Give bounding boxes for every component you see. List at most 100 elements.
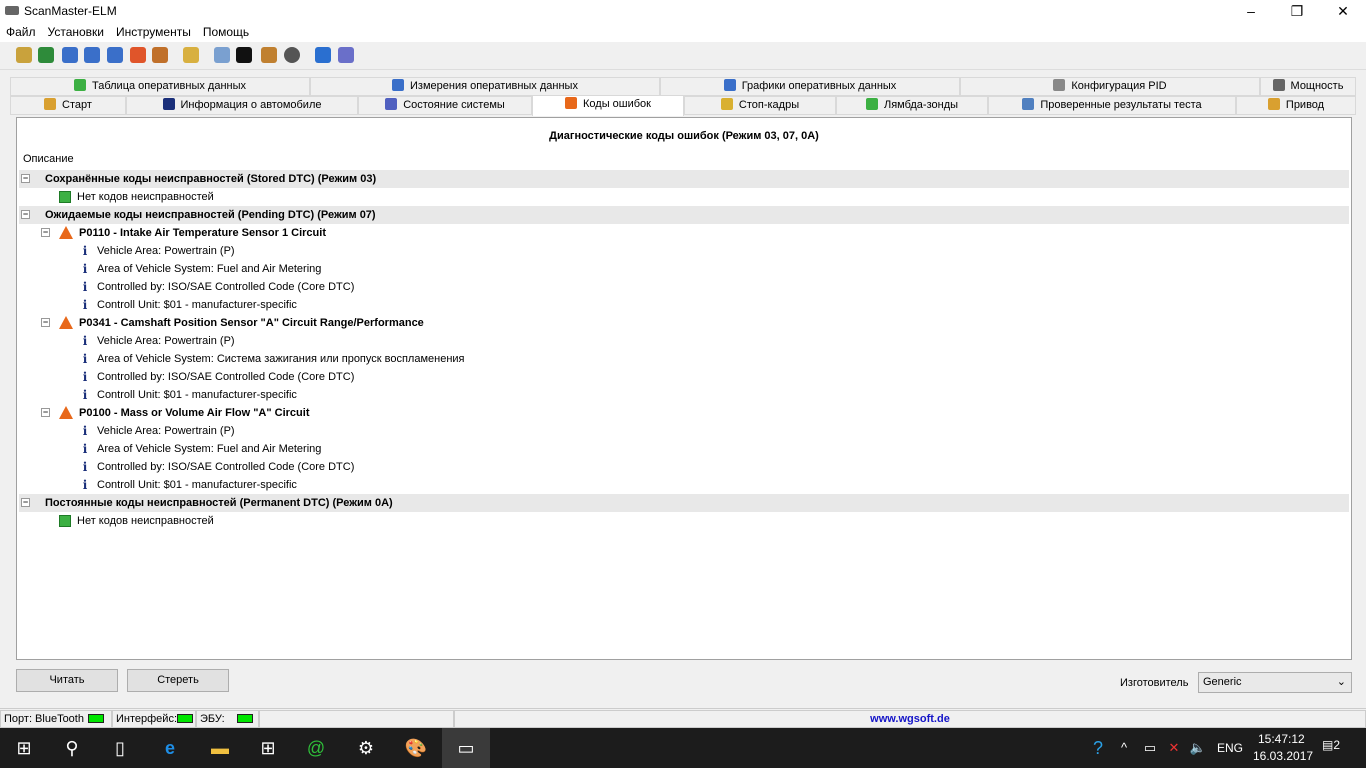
search-icon[interactable]: ⚲: [48, 728, 96, 768]
read-button[interactable]: Читать: [16, 669, 118, 692]
dtc-detail[interactable]: i Controll Unit: $01 - manufacturer-speci…: [19, 386, 1349, 404]
tab-tabs_row2-3[interactable]: Коды ошибок: [532, 95, 684, 116]
info-icon[interactable]: [315, 47, 331, 63]
dtc-panel: Диагностические коды ошибок (Режим 03, 0…: [16, 117, 1352, 660]
tab-icon: [162, 98, 175, 110]
dtc-detail[interactable]: i Area of Vehicle System: Система зажиган…: [19, 350, 1349, 368]
exit-icon[interactable]: [338, 47, 354, 63]
dtc-detail[interactable]: i Controlled by: ISO/SAE Controlled Code …: [19, 368, 1349, 386]
column-header-description[interactable]: Описание: [23, 153, 74, 165]
dtc-item[interactable]: − P0341 - Camshaft Position Sensor "A" Ci…: [19, 314, 1349, 332]
no-codes-item[interactable]: Нет кодов неисправностей: [19, 512, 1349, 530]
dtc-detail[interactable]: i Vehicle Area: Powertrain (P): [19, 242, 1349, 260]
tab-tabs_row2-2[interactable]: Состояние системы: [358, 96, 532, 115]
tree-group[interactable]: − Ожидаемые коды неисправностей (Pending …: [19, 206, 1349, 224]
tab-icon: [1053, 79, 1066, 91]
network-off-icon[interactable]: ✕: [1162, 728, 1186, 768]
minimize-button[interactable]: –: [1228, 0, 1274, 22]
manufacturer-select[interactable]: Generic ⌄: [1198, 672, 1352, 693]
table-icon[interactable]: [84, 47, 100, 63]
edge-icon[interactable]: e: [146, 728, 194, 768]
menu-bar: Файл Установки Инструменты Помощь: [0, 22, 1366, 42]
tree-item-text: P0110 - Intake Air Temperature Sensor 1 …: [79, 227, 326, 239]
clipboard-icon[interactable]: [183, 47, 199, 63]
dtc-detail[interactable]: i Controlled by: ISO/SAE Controlled Code …: [19, 458, 1349, 476]
connect-icon[interactable]: [16, 47, 32, 63]
status-empty: [259, 710, 454, 728]
search-icon[interactable]: [214, 47, 230, 63]
check-icon: [59, 191, 71, 203]
menu-file[interactable]: Файл: [0, 22, 42, 42]
dtc-detail[interactable]: i Vehicle Area: Powertrain (P): [19, 332, 1349, 350]
tab-tabs_row2-5[interactable]: Лямбда-зонды: [836, 96, 988, 115]
mail-agent-icon[interactable]: @: [292, 728, 340, 768]
tree-item-text: Нет кодов неисправностей: [77, 515, 214, 527]
dtc-detail[interactable]: i Area of Vehicle System: Fuel and Air Me…: [19, 260, 1349, 278]
windows-icon[interactable]: [130, 47, 146, 63]
app-chip-icon: [5, 6, 19, 15]
tree-group[interactable]: − Сохранённые коды неисправностей (Stored…: [19, 170, 1349, 188]
tab-tabs_row1-2[interactable]: Графики оперативных данных: [660, 77, 960, 96]
tab-tabs_row2-4[interactable]: Стоп-кадры: [684, 96, 836, 115]
clear-button[interactable]: Стереть: [127, 669, 229, 692]
dtc-item[interactable]: − P0100 - Mass or Volume Air Flow "A" Cir…: [19, 404, 1349, 422]
tree-item-text: Controll Unit: $01 - manufacturer-specif…: [97, 389, 297, 401]
tab-tabs_row2-6[interactable]: Проверенные результаты теста: [988, 96, 1236, 115]
menu-tools[interactable]: Инструменты: [110, 22, 197, 42]
menu-help[interactable]: Помощь: [197, 22, 255, 42]
dtc-detail[interactable]: i Controlled by: ISO/SAE Controlled Code …: [19, 278, 1349, 296]
collapse-toggle[interactable]: −: [21, 498, 30, 507]
task-view-icon[interactable]: ▯: [96, 728, 144, 768]
collapse-toggle[interactable]: −: [41, 228, 50, 237]
settings-gear-icon[interactable]: ⚙: [342, 728, 390, 768]
user-icon[interactable]: [152, 47, 168, 63]
tree-item-text: Area of Vehicle System: Система зажигани…: [97, 353, 465, 365]
tree-group[interactable]: − Постоянные коды неисправностей (Permane…: [19, 494, 1349, 512]
tab-tabs_row1-4[interactable]: Мощность: [1260, 77, 1356, 96]
globe-icon[interactable]: [38, 47, 54, 63]
notifications-icon[interactable]: ▤2: [1322, 738, 1340, 752]
tab-label: Информация о автомобиле: [180, 99, 322, 111]
dtc-detail[interactable]: i Area of Vehicle System: Fuel and Air Me…: [19, 440, 1349, 458]
close-button[interactable]: ✕: [1320, 0, 1366, 22]
tray-chevron-icon[interactable]: ^: [1112, 728, 1136, 768]
collapse-toggle[interactable]: −: [41, 318, 50, 327]
tab-tabs_row2-7[interactable]: Привод: [1236, 96, 1356, 115]
menu-settings[interactable]: Установки: [42, 22, 110, 42]
file-explorer-icon[interactable]: ▬: [196, 728, 244, 768]
terminal-icon[interactable]: [236, 47, 252, 63]
gauge-icon[interactable]: [284, 47, 300, 63]
chart-icon[interactable]: [107, 47, 123, 63]
no-codes-item[interactable]: Нет кодов неисправностей: [19, 188, 1349, 206]
tab-icon: [565, 97, 577, 109]
dtc-item[interactable]: − P0110 - Intake Air Temperature Sensor 1…: [19, 224, 1349, 242]
dtc-detail[interactable]: i Controll Unit: $01 - manufacturer-speci…: [19, 476, 1349, 494]
tab-tabs_row2-0[interactable]: Старт: [10, 96, 126, 115]
tab-label: Измерения оперативных данных: [410, 80, 578, 92]
clock-date[interactable]: 16.03.2017: [1253, 749, 1313, 763]
tab-tabs_row1-0[interactable]: Таблица оперативных данных: [10, 77, 310, 96]
paint-icon[interactable]: 🎨: [392, 728, 440, 768]
store-icon[interactable]: ⊞: [244, 728, 292, 768]
battery-icon[interactable]: ▭: [1138, 728, 1162, 768]
website-link[interactable]: www.wgsoft.de: [454, 710, 1366, 728]
port-status: Порт: BlueTooth: [0, 710, 112, 728]
phone-icon[interactable]: [261, 47, 277, 63]
start-windows-icon[interactable]: ⊞: [0, 728, 48, 768]
language-indicator[interactable]: ENG: [1217, 741, 1243, 755]
info-icon: i: [82, 442, 88, 456]
tab-tabs_row1-3[interactable]: Конфигурация PID: [960, 77, 1260, 96]
report-icon[interactable]: [62, 47, 78, 63]
clock-time[interactable]: 15:47:12: [1258, 732, 1305, 746]
collapse-toggle[interactable]: −: [41, 408, 50, 417]
tab-tabs_row2-1[interactable]: Информация о автомобиле: [126, 96, 358, 115]
dtc-detail[interactable]: i Vehicle Area: Powertrain (P): [19, 422, 1349, 440]
collapse-toggle[interactable]: −: [21, 174, 30, 183]
scanmaster-taskbar-icon[interactable]: ▭: [442, 728, 490, 768]
volume-icon[interactable]: 🔈: [1186, 728, 1210, 768]
tab-tabs_row1-1[interactable]: Измерения оперативных данных: [310, 77, 660, 96]
collapse-toggle[interactable]: −: [21, 210, 30, 219]
maximize-button[interactable]: ❐: [1274, 0, 1320, 22]
tree-item-text: Controlled by: ISO/SAE Controlled Code (…: [97, 281, 355, 293]
dtc-detail[interactable]: i Controll Unit: $01 - manufacturer-speci…: [19, 296, 1349, 314]
